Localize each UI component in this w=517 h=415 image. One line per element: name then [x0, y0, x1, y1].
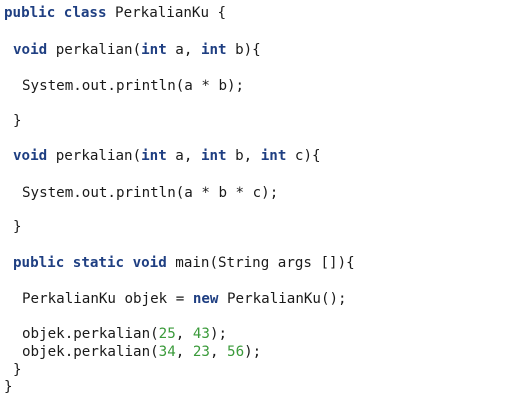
code-line: }	[13, 361, 22, 379]
code-line: objek.perkalian(34, 23, 56);	[22, 343, 261, 361]
code-token: PerkalianKu();	[218, 291, 347, 307]
code-line: }	[13, 112, 22, 130]
code-token: main(String args []){	[166, 255, 355, 271]
keyword-token: int	[141, 42, 167, 58]
code-token: System.out.println(a * b);	[22, 78, 245, 94]
code-token: PerkalianKu {	[106, 5, 227, 21]
keyword-token: new	[192, 291, 219, 307]
code-token: objek.perkalian(	[22, 344, 159, 360]
keyword-token: static	[72, 255, 125, 271]
code-line: }	[4, 378, 13, 396]
code-token: a,	[166, 42, 201, 58]
keyword-token: public	[4, 5, 56, 21]
code-line: public class PerkalianKu {	[4, 4, 226, 22]
keyword-token: class	[63, 5, 107, 21]
code-token: ,	[209, 344, 228, 360]
code-token: perkalian(	[47, 148, 142, 164]
keyword-token: int	[200, 42, 227, 58]
code-line: void perkalian(int a, int b, int c){	[13, 147, 321, 165]
code-token: );	[244, 344, 262, 360]
keyword-token: void	[13, 148, 48, 164]
code-line: PerkalianKu objek = new PerkalianKu();	[22, 290, 347, 308]
keyword-token: int	[200, 148, 227, 164]
code-token: ,	[175, 344, 193, 360]
number-token: 25	[158, 326, 176, 342]
number-token: 34	[158, 344, 176, 360]
code-line: objek.perkalian(25, 43);	[22, 325, 227, 343]
code-token: }	[13, 362, 22, 378]
code-token: }	[13, 113, 22, 129]
code-line: void perkalian(int a, int b){	[13, 41, 261, 59]
code-line: System.out.println(a * b * c);	[22, 184, 278, 202]
code-token: ,	[175, 326, 193, 342]
code-token: PerkalianKu objek =	[22, 291, 193, 307]
code-token: System.out.println(a * b * c);	[22, 185, 279, 201]
code-token: }	[13, 219, 22, 235]
code-line: }	[13, 218, 22, 236]
keyword-token: int	[260, 148, 287, 164]
code-token: objek.perkalian(	[22, 326, 159, 342]
code-line: System.out.println(a * b);	[22, 77, 244, 95]
code-token: b){	[226, 42, 261, 58]
code-token: b,	[226, 148, 261, 164]
keyword-token: void	[132, 255, 167, 271]
keyword-token: public	[13, 255, 65, 271]
code-token: a,	[166, 148, 201, 164]
keyword-token: int	[141, 148, 167, 164]
code-snippet: public class PerkalianKu { void perkalian…	[0, 0, 517, 415]
number-token: 56	[227, 344, 245, 360]
keyword-token: void	[13, 42, 48, 58]
number-token: 43	[192, 326, 210, 342]
code-token: perkalian(	[47, 42, 142, 58]
number-token: 23	[192, 344, 210, 360]
code-token: }	[4, 379, 13, 395]
code-token: );	[209, 326, 228, 342]
code-token: c){	[286, 148, 321, 164]
code-line: public static void main(String args []){	[13, 254, 355, 272]
